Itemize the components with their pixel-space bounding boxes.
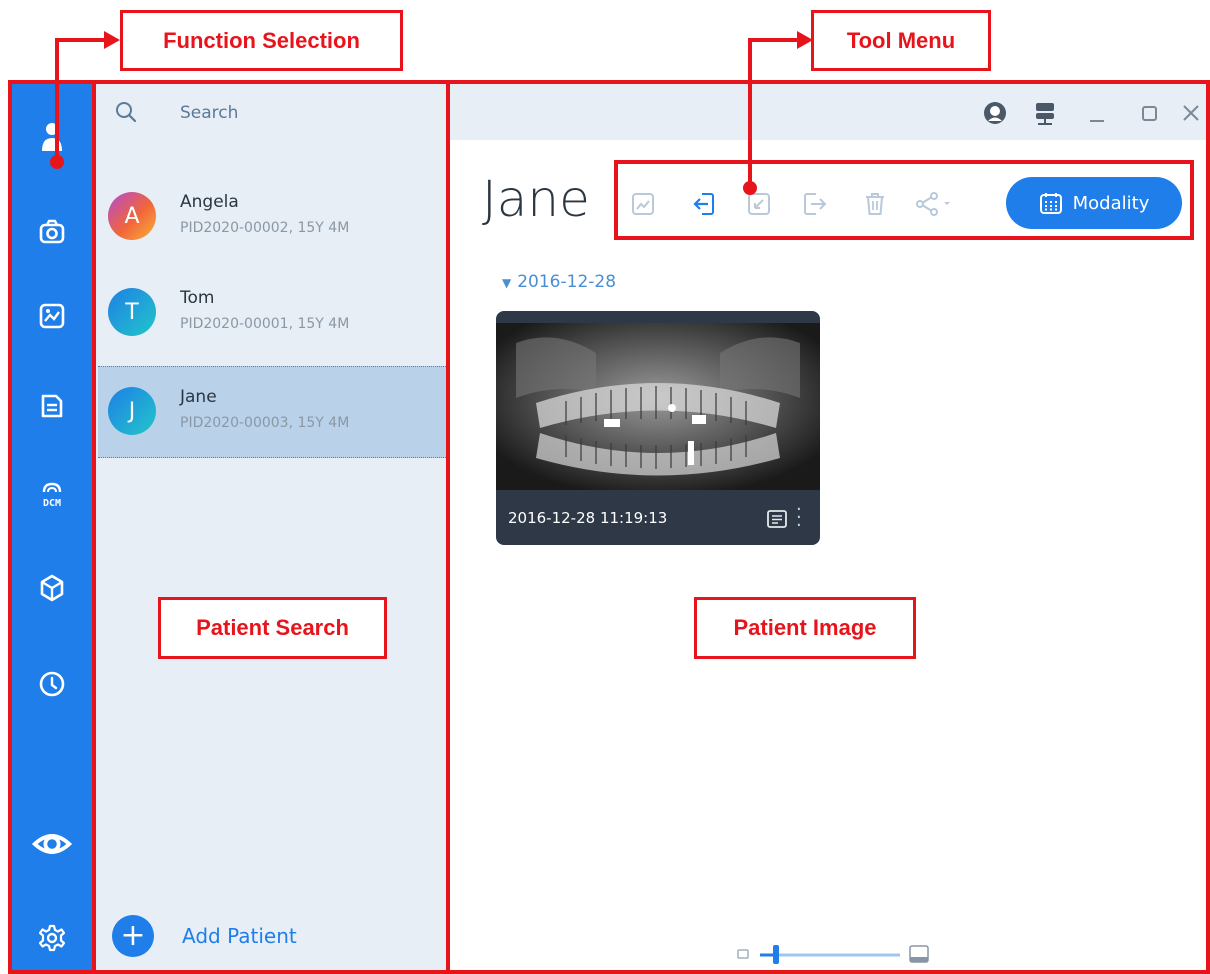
cube-icon <box>40 574 64 602</box>
thumbnail-footer: 2016-12-28 11:19:13 · · · <box>496 493 820 545</box>
function-sidebar: DCM <box>12 84 92 974</box>
import-icon <box>693 193 714 215</box>
close-button[interactable] <box>1176 98 1206 128</box>
sidebar-item-capture[interactable] <box>12 210 92 254</box>
patient-title: Jane <box>482 170 590 228</box>
patient-name: Jane <box>180 387 217 407</box>
zoom-slider[interactable] <box>734 944 934 964</box>
modality-button[interactable]: Modality <box>1006 177 1182 229</box>
image-icon <box>39 303 65 329</box>
patient-name: Angela <box>180 192 239 212</box>
tool-delete[interactable] <box>860 188 890 220</box>
patient-image-callout: Patient Image <box>694 597 916 659</box>
clock-icon <box>39 671 65 697</box>
add-patient-button[interactable]: + Add Patient <box>112 914 297 958</box>
image-thumbnail[interactable]: 2016-12-28 11:19:13 · · · <box>496 311 820 545</box>
tool-menu-callout: Tool Menu <box>811 10 991 71</box>
sidebar-item-dicom[interactable]: DCM <box>12 474 92 518</box>
study-date-group[interactable]: ▼ 2016-12-28 <box>502 272 616 292</box>
sidebar-item-3d[interactable] <box>12 566 92 610</box>
avatar: T <box>108 288 156 336</box>
more-icon[interactable]: · · · <box>796 501 802 535</box>
patient-info: PID2020-00002, 15Y 4M <box>180 220 350 236</box>
sidebar-item-history[interactable] <box>12 662 92 706</box>
patient-name: Tom <box>180 288 215 308</box>
tool-view-image[interactable] <box>628 188 658 220</box>
small-thumbnail-icon <box>737 949 749 959</box>
headset-icon <box>984 102 1006 124</box>
triangle-down-icon: ▼ <box>502 276 512 290</box>
support-button[interactable] <box>980 98 1010 128</box>
user-icon <box>42 123 62 151</box>
dcm-icon: DCM <box>42 482 62 509</box>
sidebar-item-images[interactable] <box>12 294 92 338</box>
eye-icon <box>32 834 72 854</box>
share-icon <box>916 192 950 216</box>
avatar: J <box>108 387 156 435</box>
avatar: A <box>108 192 156 240</box>
gear-icon <box>38 924 66 952</box>
plus-icon: + <box>112 915 154 957</box>
patient-search-panel: A Angela PID2020-00002, 15Y 4M T Tom PID… <box>92 84 448 974</box>
sidebar-item-settings[interactable] <box>12 916 92 960</box>
patient-image-panel: Jane Modality ▼ 2016-12-28 2016-12-28 11… <box>448 84 1210 974</box>
patient-info: PID2020-00003, 15Y 4M <box>180 415 350 431</box>
sidebar-item-view[interactable] <box>12 822 92 866</box>
trash-icon <box>866 193 884 215</box>
function-selection-callout: Function Selection <box>120 10 403 71</box>
patient-item-jane[interactable]: J Jane PID2020-00003, 15Y 4M <box>98 366 448 458</box>
panoramic-xray-image <box>496 323 820 490</box>
close-icon <box>1183 105 1199 121</box>
camera-icon <box>39 219 65 244</box>
tool-share[interactable] <box>912 188 956 220</box>
study-date-label: 2016-12-28 <box>517 272 617 292</box>
search-bar <box>92 84 448 142</box>
sidebar-item-patients[interactable] <box>12 114 92 158</box>
sidebar-item-report[interactable] <box>12 384 92 428</box>
network-button[interactable] <box>1030 98 1060 128</box>
tool-export[interactable] <box>800 188 830 220</box>
document-icon <box>41 394 63 418</box>
network-icon <box>1036 103 1054 125</box>
image-icon <box>632 193 654 215</box>
add-patient-label: Add Patient <box>182 924 297 948</box>
calendar-icon <box>1039 193 1062 214</box>
maximize-button[interactable] <box>1134 98 1164 128</box>
window-titlebar <box>448 84 1210 140</box>
patient-info: PID2020-00001, 15Y 4M <box>180 316 350 332</box>
export-icon <box>804 193 827 215</box>
report-icon[interactable] <box>766 508 788 530</box>
patient-item-angela[interactable]: A Angela PID2020-00002, 15Y 4M <box>98 170 448 258</box>
search-icon[interactable] <box>114 100 138 124</box>
zoom-slider-handle[interactable] <box>773 945 779 964</box>
maximize-icon <box>1142 106 1157 121</box>
minimize-button[interactable] <box>1082 98 1112 128</box>
patient-item-tom[interactable]: T Tom PID2020-00001, 15Y 4M <box>98 266 448 354</box>
tool-import[interactable] <box>688 188 718 220</box>
patient-search-callout: Patient Search <box>158 597 387 659</box>
modality-label: Modality <box>1072 192 1150 214</box>
dcm-label: DCM <box>43 498 61 509</box>
image-timestamp: 2016-12-28 11:19:13 <box>508 509 668 527</box>
search-input[interactable] <box>180 100 420 126</box>
minimize-icon <box>1090 120 1104 122</box>
